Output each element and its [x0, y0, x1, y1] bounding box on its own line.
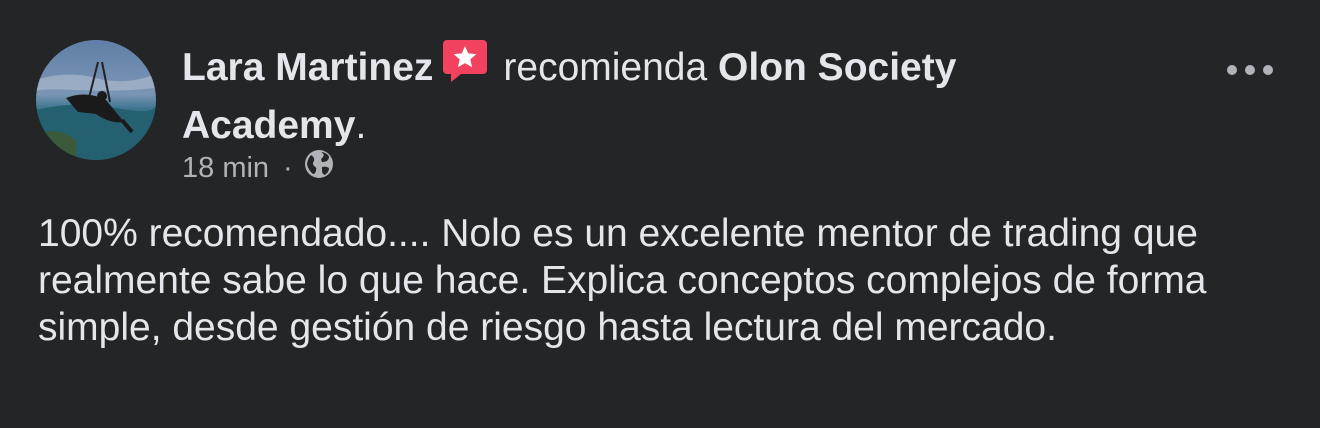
page-name-period: .: [355, 104, 367, 147]
post-meta: 18 min ·: [182, 146, 335, 190]
avatar-image: [36, 40, 156, 160]
more-options-icon: [1227, 65, 1273, 75]
post-body-text: 100% recomendado.... Nolo es un excelent…: [38, 212, 1207, 349]
author-name[interactable]: Lara Martinez: [182, 46, 433, 89]
recommend-verb: recomienda: [503, 46, 708, 89]
avatar[interactable]: [36, 40, 156, 160]
post-timestamp[interactable]: 18 min: [182, 152, 269, 185]
post-card: Lara Martinez recomienda Olon Society Ac…: [0, 0, 1320, 428]
globe-icon[interactable]: [303, 148, 335, 188]
more-options-button[interactable]: [1220, 52, 1280, 88]
post-header: Lara Martinez recomienda Olon Society Ac…: [182, 36, 1142, 153]
meta-separator: ·: [283, 151, 293, 184]
recommend-star-icon: [441, 36, 489, 99]
